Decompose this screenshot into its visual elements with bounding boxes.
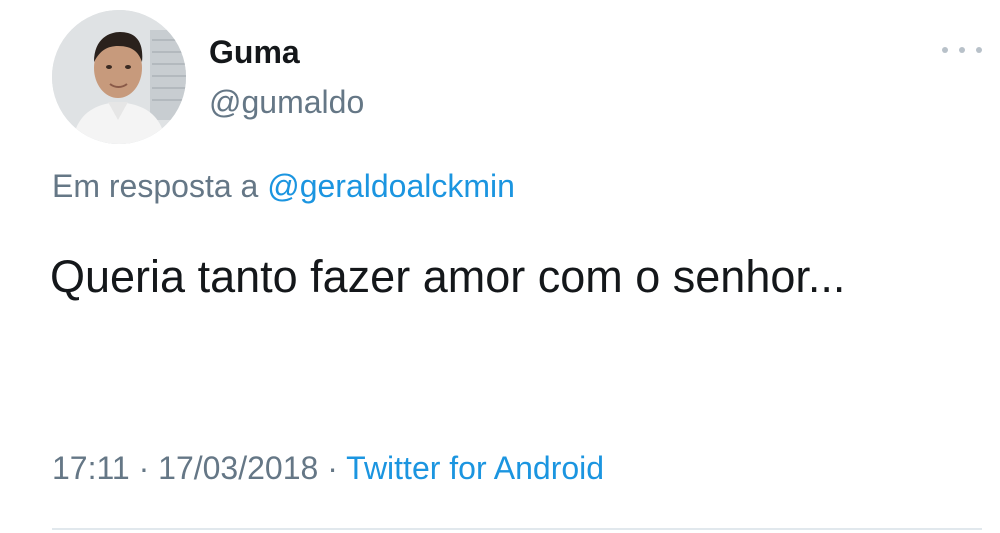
author-name[interactable]: Guma — [209, 34, 300, 71]
more-horizontal-icon — [942, 47, 948, 53]
tweet-source-link[interactable]: Twitter for Android — [346, 450, 604, 486]
divider — [52, 528, 982, 530]
meta-separator: · — [327, 450, 338, 486]
reply-prefix: Em resposta a — [52, 168, 259, 204]
tweet-text: Queria tanto fazer amor com o senhor... — [50, 251, 846, 302]
more-horizontal-icon-dot — [976, 47, 982, 53]
tweet-card: Guma @gumaldo Em resposta a @geraldoalck… — [0, 0, 1000, 533]
avatar-image — [52, 10, 186, 144]
reply-mention-link[interactable]: @geraldoalckmin — [267, 168, 515, 204]
author-handle[interactable]: @gumaldo — [209, 84, 364, 121]
avatar[interactable] — [52, 10, 186, 144]
meta-separator: · — [138, 450, 150, 486]
more-horizontal-icon-dot — [959, 47, 965, 53]
reply-context: Em resposta a @geraldoalckmin — [52, 168, 515, 205]
tweet-meta: 17:11 · 17/03/2018 · Twitter for Android — [52, 450, 604, 487]
tweet-date[interactable]: 17/03/2018 — [158, 450, 318, 486]
tweet-time: 17:11 — [52, 450, 130, 486]
more-options-button[interactable] — [942, 40, 982, 60]
